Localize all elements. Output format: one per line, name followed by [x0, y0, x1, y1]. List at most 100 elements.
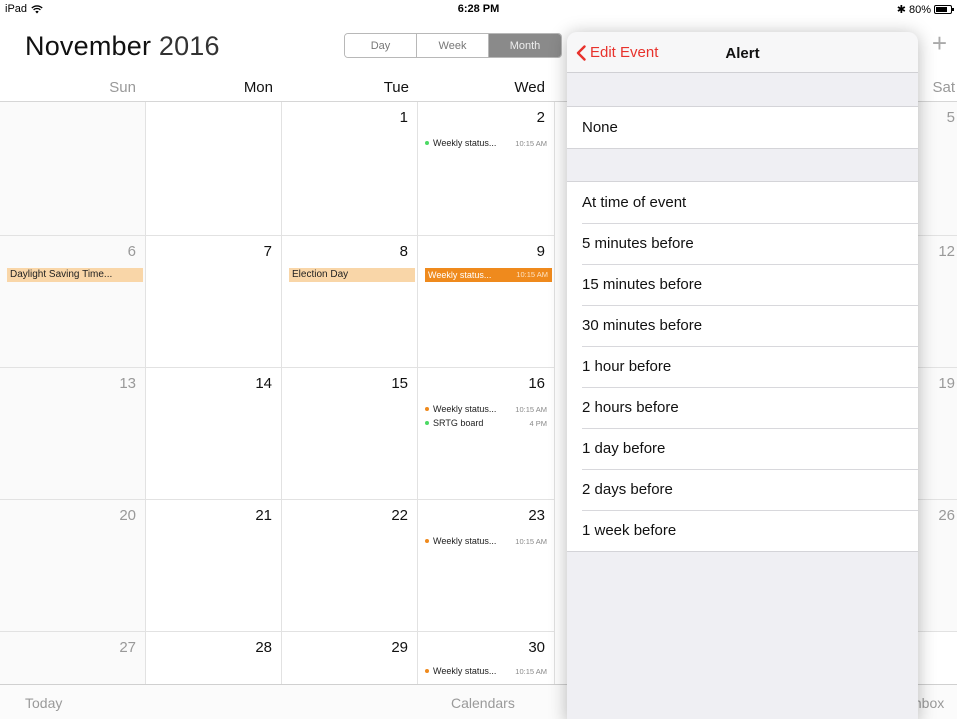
alert-option[interactable]: 2 days before: [567, 469, 918, 510]
day-cell[interactable]: 28: [146, 632, 282, 684]
month-title: November 2016: [25, 31, 220, 62]
alert-option[interactable]: 1 day before: [567, 428, 918, 469]
month-name: November: [25, 31, 152, 61]
day-number: 29: [391, 639, 408, 656]
status-bar: iPad 6:28 PM ✱ 80%: [0, 0, 957, 20]
day-cell[interactable]: 19: [918, 368, 957, 500]
day-cell[interactable]: 14: [146, 368, 282, 500]
calendar-dot: [425, 407, 429, 411]
day-cell[interactable]: 29: [282, 632, 418, 684]
alert-option[interactable]: At time of event: [567, 182, 918, 223]
weekday-wed: Wed: [514, 79, 545, 96]
event-time: 10:15 AM: [516, 270, 548, 279]
day-number: 26: [938, 507, 955, 524]
popover-title: Alert: [725, 45, 760, 62]
day-number: 20: [119, 507, 136, 524]
day-cell[interactable]: 15: [282, 368, 418, 500]
day-number: 23: [528, 507, 545, 524]
day-cell[interactable]: 2 Weekly status... 10:15 AM: [418, 102, 555, 236]
event-time: 10:15 AM: [515, 404, 547, 414]
day-cell[interactable]: 20: [0, 500, 146, 632]
selected-event[interactable]: Weekly status... 10:15 AM: [425, 268, 552, 282]
event-item[interactable]: Weekly status... 10:15 AM: [425, 536, 547, 546]
alert-option[interactable]: 1 week before: [567, 510, 918, 551]
day-number: 22: [391, 507, 408, 524]
none-group: None: [567, 106, 918, 149]
calendar-dot: [425, 141, 429, 145]
day-cell[interactable]: [0, 102, 146, 236]
event-item[interactable]: SRTG board 4 PM: [425, 418, 547, 428]
day-cell[interactable]: 8 Election Day: [282, 236, 418, 368]
event-title: Weekly status...: [433, 536, 497, 546]
weekday-mon: Mon: [243, 79, 273, 96]
year: 2016: [158, 31, 220, 61]
alert-option[interactable]: 5 minutes before: [567, 223, 918, 264]
weekday-tue: Tue: [383, 79, 409, 96]
day-cell[interactable]: 13: [0, 368, 146, 500]
alert-popover: Edit Event Alert None At time of event 5…: [567, 32, 918, 719]
battery-icon: [934, 5, 954, 14]
day-cell[interactable]: 12: [918, 236, 957, 368]
day-cell[interactable]: 23 Weekly status... 10:15 AM: [418, 500, 555, 632]
day-number: 14: [255, 375, 272, 392]
event-title: Weekly status...: [433, 138, 497, 148]
day-number: 30: [528, 639, 545, 656]
alert-option[interactable]: 1 hour before: [567, 346, 918, 387]
view-switcher: Day Week Month: [344, 33, 562, 58]
tab-day[interactable]: Day: [345, 34, 417, 57]
day-number: 5: [946, 109, 955, 126]
day-number: 16: [528, 375, 545, 392]
day-number: 15: [391, 375, 408, 392]
day-cell[interactable]: 21: [146, 500, 282, 632]
popover-nav-bar: Edit Event Alert: [567, 32, 918, 73]
day-cell[interactable]: 1: [282, 102, 418, 236]
day-number: 6: [127, 243, 136, 260]
alert-option[interactable]: 30 minutes before: [567, 305, 918, 346]
day-number: 8: [399, 243, 408, 260]
day-cell[interactable]: 9 Weekly status... 10:15 AM: [418, 236, 555, 368]
day-cell[interactable]: 26: [918, 500, 957, 632]
day-number: 12: [938, 243, 955, 260]
day-number: 21: [255, 507, 272, 524]
alert-option[interactable]: 2 hours before: [567, 387, 918, 428]
bluetooth-icon: ✱: [896, 4, 906, 16]
event-item[interactable]: Weekly status... 10:15 AM: [425, 666, 547, 676]
day-number: 28: [255, 639, 272, 656]
day-cell[interactable]: 27: [0, 632, 146, 684]
day-cell[interactable]: 7: [146, 236, 282, 368]
event-title: Weekly status...: [428, 270, 492, 280]
event-item[interactable]: Weekly status... 10:15 AM: [425, 404, 547, 414]
day-cell[interactable]: [146, 102, 282, 236]
event-time: 4 PM: [529, 418, 547, 428]
day-cell[interactable]: 16 Weekly status... 10:15 AM SRTG board …: [418, 368, 555, 500]
alert-option[interactable]: 15 minutes before: [567, 264, 918, 305]
alert-options-group: At time of event 5 minutes before 15 min…: [567, 181, 918, 552]
calendar-dot: [425, 669, 429, 673]
allday-event[interactable]: Daylight Saving Time...: [7, 268, 143, 282]
plus-icon[interactable]: +: [932, 30, 947, 56]
calendars-button[interactable]: Calendars: [451, 695, 515, 711]
event-time: 10:15 AM: [515, 666, 547, 676]
day-number: 13: [119, 375, 136, 392]
day-cell[interactable]: 22: [282, 500, 418, 632]
day-cell[interactable]: 6 Daylight Saving Time...: [0, 236, 146, 368]
day-number: 19: [938, 375, 955, 392]
day-cell[interactable]: 30 Weekly status... 10:15 AM: [418, 632, 555, 684]
alert-option-none[interactable]: None: [567, 107, 918, 148]
battery-percent: 80%: [908, 3, 931, 16]
day-number: 7: [263, 243, 272, 260]
today-button[interactable]: Today: [25, 695, 62, 711]
calendar-dot: [425, 539, 429, 543]
weekday-sun: Sun: [109, 79, 136, 96]
tab-week[interactable]: Week: [417, 34, 489, 57]
tab-month[interactable]: Month: [489, 34, 561, 57]
allday-event[interactable]: Election Day: [289, 268, 415, 282]
event-title: Weekly status...: [433, 666, 497, 676]
day-cell[interactable]: 5: [918, 102, 957, 236]
day-number: 2: [536, 109, 545, 126]
calendar-dot: [425, 421, 429, 425]
event-item[interactable]: Weekly status... 10:15 AM: [425, 138, 547, 148]
day-number: 1: [399, 109, 408, 126]
